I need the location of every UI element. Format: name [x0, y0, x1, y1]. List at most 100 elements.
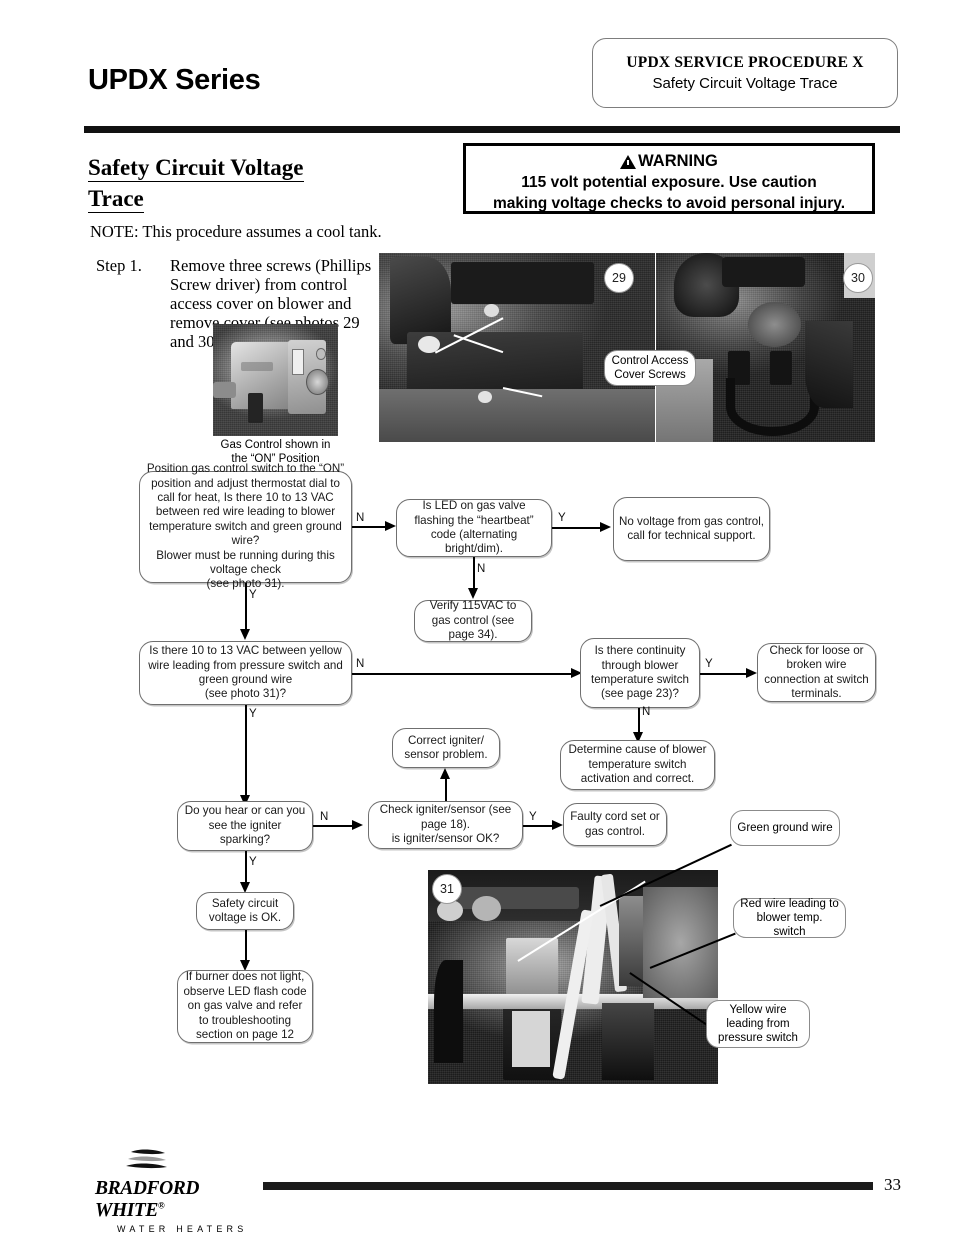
logo-name-text: BRADFORD WHITE	[95, 1178, 200, 1221]
flow-label-y3: Y	[705, 658, 713, 670]
warning-box: WARNING 115 volt potential exposure. Use…	[463, 143, 875, 214]
section-title: Safety Circuit Voltage Trace	[88, 152, 358, 214]
callout-green-ground-wire: Green ground wire	[730, 810, 840, 846]
connector-b6-b7	[700, 673, 748, 675]
flow-box-3-text: No voltage from gas control, call for te…	[619, 514, 764, 542]
connector-b2-b4	[473, 557, 475, 592]
arrow-b2-b4	[468, 588, 478, 599]
procedure-title: UPDX SERVICE PROCEDURE X	[626, 54, 864, 71]
flow-box-led-heartbeat: Is LED on gas valve flashing the “heartb…	[396, 499, 552, 557]
flow-label-y5: Y	[529, 811, 537, 823]
warning-heading-row: WARNING	[466, 152, 872, 171]
step-label: Step 1.	[96, 256, 142, 275]
section-title-line1: Safety Circuit Voltage	[88, 155, 304, 182]
callout-yellow-line1: Yellow wire	[729, 1004, 787, 1016]
footer-divider	[263, 1182, 873, 1190]
flow-box-9-text: Correct igniter/ sensor problem.	[404, 733, 488, 761]
logo-subtitle: WATER HEATERS	[117, 1224, 248, 1234]
flow-label-n5: N	[320, 811, 329, 823]
callout-ca-line2: Cover Screws	[614, 369, 686, 381]
callout-red-wire: Red wire leading to blower temp. switch	[733, 898, 846, 938]
connector-b1-b2	[352, 526, 388, 528]
arrow-b1-b5	[240, 629, 250, 640]
flow-label-y6: Y	[249, 856, 257, 868]
connector-b2-b3	[552, 527, 602, 529]
gas-caption-line1: Gas Control shown in	[220, 439, 331, 451]
flow-label-y1: Y	[558, 512, 566, 524]
photo-31	[428, 870, 718, 1084]
arrow-b10-b11	[352, 820, 363, 830]
flow-box-check-loose-wire: Check for loose or broken wire connectio…	[757, 643, 876, 702]
section-title-line2: Trace	[88, 186, 144, 213]
callout-green-ground-text: Green ground wire	[737, 822, 833, 834]
bradford-white-logo: BRADFORD WHITE® WATER HEATERS	[95, 1148, 270, 1234]
connector-b10-b13	[245, 851, 247, 885]
flow-box-igniter-sparking: Do you hear or can you see the igniter s…	[177, 801, 313, 851]
callout-red-line2: blower temp. switch	[756, 912, 823, 938]
connector-b11-b9	[445, 775, 447, 803]
flow-box-14-text: If burner does not light, observe LED fl…	[183, 970, 307, 1042]
header-divider	[84, 126, 900, 133]
warning-triangle-icon	[620, 154, 637, 169]
flow-box-11-text: Check igniter/sensor (see page 18). is i…	[379, 803, 512, 846]
callout-yellow-line2: leading from	[726, 1018, 790, 1030]
procedure-subtitle: Safety Circuit Voltage Trace	[652, 75, 838, 92]
flow-box-8-text: Determine cause of blower temperature sw…	[568, 743, 707, 786]
flame-logo-icon	[126, 1149, 167, 1169]
photo-30	[656, 253, 875, 442]
procedure-header-box: UPDX SERVICE PROCEDURE X Safety Circuit …	[592, 38, 898, 108]
document-page: UPDX Series UPDX SERVICE PROCEDURE X Saf…	[0, 0, 954, 1235]
flow-label-y2: Y	[249, 589, 257, 601]
flow-box-12-text: Faulty cord set or gas control.	[570, 810, 660, 838]
flow-box-5-text: Is there 10 to 13 VAC between yellow wir…	[148, 644, 343, 701]
arrow-b6-b7	[746, 668, 757, 678]
connector-b11-b12	[523, 825, 555, 827]
callout-control-access-screws: Control Access Cover Screws	[604, 350, 696, 386]
logo-name: BRADFORD WHITE®	[95, 1178, 270, 1222]
warning-line1: 115 volt potential exposure. Use caution	[521, 174, 817, 191]
flow-box-position-gas-control: Position gas control switch to the “ON” …	[139, 462, 352, 590]
flow-box-7-text: Check for loose or broken wire connectio…	[764, 643, 869, 700]
flow-box-continuity-blower-switch: Is there continuity through blower tempe…	[580, 638, 700, 708]
arrow-b11-b9	[440, 768, 450, 779]
page-number: 33	[884, 1175, 901, 1194]
section-note: NOTE: This procedure assumes a cool tank…	[90, 222, 382, 241]
flow-box-faulty-cord-set: Faulty cord set or gas control.	[563, 803, 667, 846]
warning-text: 115 volt potential exposure. Use caution…	[466, 172, 872, 214]
connector-b10-b11	[313, 825, 355, 827]
arrow-b2-b3	[600, 522, 611, 532]
flow-box-1-text: Position gas control switch to the “ON” …	[146, 462, 345, 591]
flow-label-n4: N	[642, 706, 651, 718]
flow-box-correct-igniter-problem: Correct igniter/ sensor problem.	[392, 728, 500, 768]
logo-registered: ®	[158, 1200, 165, 1211]
flow-box-13-text: Safety circuit voltage is OK.	[208, 896, 282, 924]
flow-box-determine-cause: Determine cause of blower temperature sw…	[560, 740, 715, 790]
connector-b1-b5	[245, 583, 247, 633]
connector-b5-b6	[352, 673, 574, 675]
flow-label-n1: N	[356, 512, 365, 524]
callout-yellow-wire: Yellow wire leading from pressure switch	[706, 1000, 810, 1048]
page-title: UPDX Series	[88, 64, 261, 96]
flow-box-safety-circuit-ok: Safety circuit voltage is OK.	[196, 892, 294, 930]
arrow-b11-b12	[552, 820, 563, 830]
photo-31-number: 31	[432, 874, 462, 904]
connector-b13-b14	[245, 930, 247, 963]
flow-box-2-text: Is LED on gas valve flashing the “heartb…	[414, 499, 534, 556]
flow-box-burner-not-light: If burner does not light, observe LED fl…	[177, 970, 313, 1043]
flow-box-check-igniter-sensor: Check igniter/sensor (see page 18). is i…	[368, 801, 523, 849]
photo-30-number: 30	[843, 263, 873, 293]
flow-box-yellow-wire-voltage: Is there 10 to 13 VAC between yellow wir…	[139, 641, 352, 705]
callout-yellow-line3: pressure switch	[718, 1032, 798, 1044]
arrow-b1-b2	[385, 521, 396, 531]
flow-box-verify-115vac: Verify 115VAC to gas control (see page 3…	[414, 599, 532, 642]
connector-b5-b10	[245, 705, 247, 799]
flow-label-n3: N	[356, 658, 365, 670]
flow-box-10-text: Do you hear or can you see the igniter s…	[184, 804, 306, 847]
flow-box-6-text: Is there continuity through blower tempe…	[591, 644, 689, 701]
flow-box-4-text: Verify 115VAC to gas control (see page 3…	[429, 599, 517, 642]
flow-label-n2: N	[477, 563, 486, 575]
flow-label-y4: Y	[249, 708, 257, 720]
gas-control-photo	[213, 324, 338, 436]
photo-29-number: 29	[604, 263, 634, 293]
flow-box-no-voltage: No voltage from gas control, call for te…	[613, 497, 770, 561]
